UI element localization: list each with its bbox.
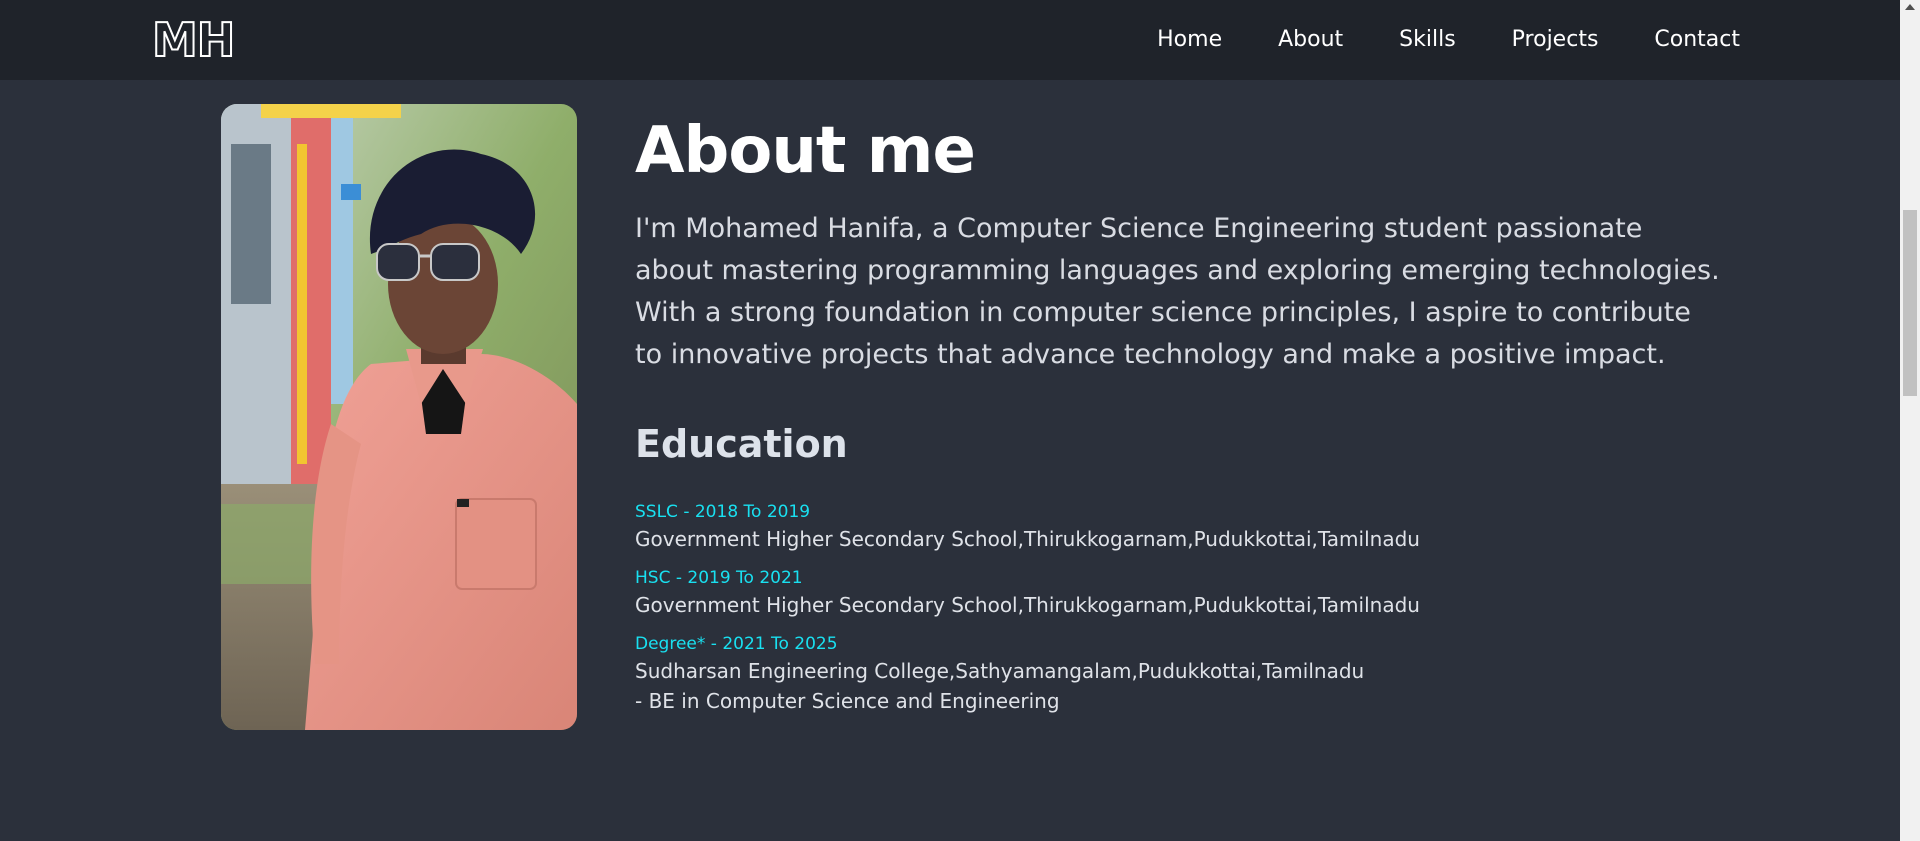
nav-skills-link[interactable]: Skills [1399,22,1456,58]
education-label: SSLC - 2018 To 2019 [635,502,811,522]
nav-about-link[interactable]: About [1278,22,1343,58]
education-label: HSC - 2019 To 2021 [635,568,803,588]
scroll-thumb[interactable] [1903,210,1917,396]
education-detail: Sudharsan Engineering College,Sathyamang… [635,659,1365,683]
logo[interactable]: MH [151,13,236,67]
nav-menu: Home About Skills Projects Contact [1157,22,1740,58]
education-item: SSLC - 2018 To 2019 Government Higher Se… [635,500,1725,554]
education-list: SSLC - 2018 To 2019 Government Higher Se… [635,500,1725,716]
education-item: Degree* - 2021 To 2025 Sudharsan Enginee… [635,632,1725,716]
about-section: About me I'm Mohamed Hanifa, a Computer … [635,110,1725,728]
page: MH Home About Skills Projects Contact Ab… [0,0,1920,841]
vertical-scrollbar[interactable] [1900,0,1920,841]
education-detail: Government Higher Secondary School,Thiru… [635,593,1420,617]
nav-projects-link[interactable]: Projects [1512,22,1599,58]
about-intro: I'm Mohamed Hanifa, a Computer Science E… [635,213,1720,370]
navbar: MH Home About Skills Projects Contact [0,0,1900,80]
nav-contact-link[interactable]: Contact [1654,22,1740,58]
education-degree-detail: - BE in Computer Science and Engineering [635,689,1060,713]
scroll-up-arrow-icon[interactable] [1905,4,1915,10]
education-title: Education [635,422,848,466]
education-label: Degree* - 2021 To 2025 [635,634,838,654]
education-item: HSC - 2019 To 2021 Government Higher Sec… [635,566,1725,620]
about-title: About me [635,114,976,188]
nav-home-link[interactable]: Home [1157,22,1222,58]
education-detail: Government Higher Secondary School,Thiru… [635,527,1420,551]
profile-photo [221,104,577,730]
